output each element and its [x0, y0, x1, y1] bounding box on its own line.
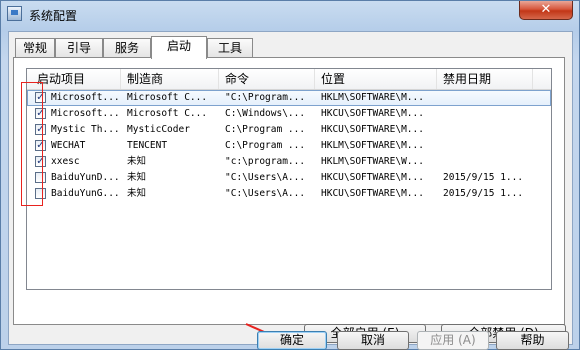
app-icon — [7, 6, 22, 21]
cell-maker: Microsoft C... — [127, 92, 208, 103]
cell-location: HKCU\SOFTWARE\M... — [321, 188, 424, 199]
startup-panel: 启动项目 制造商 命令 位置 禁用日期 ✓ Microsoft... Microso… — [13, 57, 566, 343]
table-row[interactable]: ✓ Microsoft... Microsoft C... C:\Windows\..… — [27, 106, 551, 122]
cancel-button[interactable]: 取消 — [337, 331, 409, 350]
tab-boot[interactable]: 引导 — [55, 38, 103, 58]
cell-item: xxesc — [51, 156, 80, 167]
cell-maker: Microsoft C... — [127, 108, 208, 119]
column-header-maker[interactable]: 制造商 — [121, 69, 219, 89]
cell-date: 2015/9/15 1... — [443, 188, 524, 199]
cell-location: HKLM\SOFTWARE\M... — [321, 140, 424, 151]
cell-item: BaiduYunD... — [51, 172, 120, 183]
table-row[interactable]: ✓ WECHAT TENCENT C:\Program ... HKLM\SOFTWAR… — [27, 138, 551, 154]
cell-maker: MysticCoder — [127, 124, 190, 135]
column-header-disabled-date[interactable]: 禁用日期 — [437, 69, 533, 89]
table-row[interactable]: BaiduYunD... 未知 "C:\Users\A... HKCU\SOFTWAR… — [27, 170, 551, 186]
cell-date — [443, 138, 543, 154]
cell-command: C:\Program ... — [225, 124, 306, 135]
cell-maker: 未知 — [127, 156, 147, 167]
cell-command: "C:\Users\A... — [225, 188, 306, 199]
cell-date — [443, 154, 543, 170]
tab-startup[interactable]: 启动 — [151, 36, 207, 59]
cell-date — [443, 90, 543, 106]
cell-maker: 未知 — [127, 172, 147, 183]
cell-item: WECHAT — [51, 140, 86, 151]
table-row[interactable]: ✓ Mystic Th... MysticCoder C:\Program ... HK… — [27, 122, 551, 138]
cell-item: Mystic Th... — [51, 124, 120, 135]
cell-command: C:\Windows\... — [225, 108, 306, 119]
cell-command: "C:\Users\A... — [225, 172, 306, 183]
cell-item: Microsoft... — [51, 108, 120, 119]
cell-command: C:\Program ... — [225, 140, 306, 151]
cell-maker: 未知 — [127, 188, 147, 199]
cell-location: HKCU\SOFTWARE\M... — [321, 108, 424, 119]
column-header-location[interactable]: 位置 — [315, 69, 437, 89]
cell-item: BaiduYunG... — [51, 188, 120, 199]
cell-location: HKCU\SOFTWARE\M... — [321, 172, 424, 183]
cell-date: 2015/9/15 1... — [443, 172, 524, 183]
apply-button[interactable]: 应用 (A) — [417, 331, 489, 350]
column-header-command[interactable]: 命令 — [219, 69, 315, 89]
annotation-highlight-box — [21, 82, 43, 206]
cell-date — [443, 106, 543, 122]
ok-button[interactable]: 确定 — [257, 331, 327, 350]
help-button[interactable]: 帮助 — [496, 331, 569, 350]
cell-location: HKLM\SOFTWARE\W... — [321, 156, 424, 167]
cell-command: "C:\Program... — [225, 92, 306, 103]
tab-services[interactable]: 服务 — [103, 38, 151, 58]
tab-general[interactable]: 常规 — [15, 38, 55, 58]
cell-item: Microsoft... — [51, 92, 120, 103]
startup-items-list[interactable]: 启动项目 制造商 命令 位置 禁用日期 ✓ Microsoft... Microso… — [26, 68, 552, 290]
cell-command: "c:\program... — [225, 156, 306, 167]
close-button[interactable]: ✕ — [519, 1, 573, 20]
table-row[interactable]: ✓ xxesc 未知 "c:\program... HKLM\SOFTWARE\W... — [27, 154, 551, 170]
cell-maker: TENCENT — [127, 140, 168, 151]
title-bar[interactable]: 系统配置 ✕ — [1, 1, 579, 29]
table-row[interactable]: BaiduYunG... 未知 "C:\Users\A... HKCU\SOFTWAR… — [27, 186, 551, 202]
system-config-window: 系统配置 ✕ 常规 引导 服务 启动 工具 启动项目 制造商 命令 位置 禁用日… — [0, 0, 580, 350]
tab-tools[interactable]: 工具 — [207, 38, 253, 58]
table-row[interactable]: ✓ Microsoft... Microsoft C... "C:\Program..… — [27, 90, 551, 106]
cell-location: HKLM\SOFTWARE\M... — [321, 92, 424, 103]
cell-date — [443, 122, 543, 138]
window-title: 系统配置 — [29, 9, 78, 23]
list-header: 启动项目 制造商 命令 位置 禁用日期 — [27, 69, 551, 90]
dialog-client-area: 常规 引导 服务 启动 工具 启动项目 制造商 命令 位置 禁用日期 ✓ Micr… — [8, 31, 573, 345]
cell-location: HKCU\SOFTWARE\M... — [321, 124, 424, 135]
